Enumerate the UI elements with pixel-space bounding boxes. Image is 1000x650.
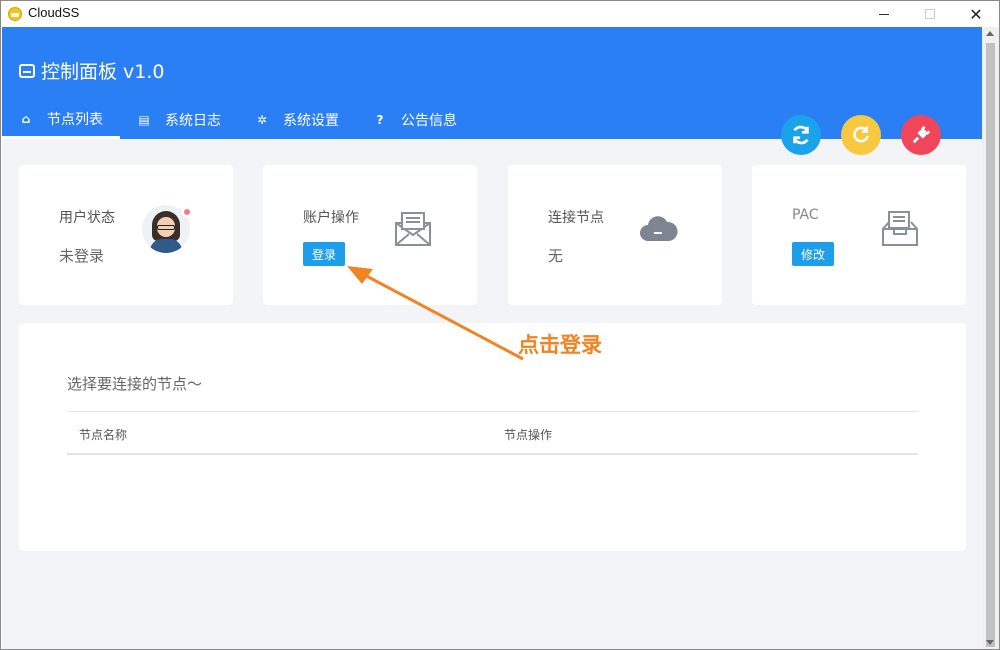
annotation-text: 点击登录 bbox=[518, 333, 602, 357]
card-label: 账户操作 bbox=[303, 210, 359, 226]
pac-edit-button[interactable]: 修改 bbox=[792, 242, 835, 266]
maximize-button[interactable] bbox=[907, 1, 953, 27]
notification-dot bbox=[182, 207, 192, 217]
column-header-name: 节点名称 bbox=[79, 428, 128, 442]
window-title: CloudSS bbox=[28, 5, 80, 20]
inbox-icon bbox=[882, 211, 918, 246]
log-icon: ▤ bbox=[138, 113, 150, 127]
card-label: PAC bbox=[792, 207, 819, 223]
title-bar: CloudSS ✕ bbox=[1, 1, 999, 27]
node-list-panel: 选择要连接的节点～ 节点名称 节点操作 bbox=[19, 323, 966, 551]
table-header: 节点名称 节点操作 bbox=[67, 411, 918, 455]
refresh-icon bbox=[793, 125, 809, 145]
minimize-button[interactable] bbox=[861, 1, 907, 27]
column-header-actions: 节点操作 bbox=[504, 428, 553, 442]
question-icon: ? bbox=[376, 113, 384, 127]
close-button[interactable]: ✕ bbox=[953, 1, 999, 27]
tab-label: 公告信息 bbox=[401, 113, 457, 129]
page-title: 控制面板 v1.0 bbox=[19, 57, 165, 84]
reload-icon bbox=[853, 126, 869, 143]
account-card: 账户操作 登录 bbox=[263, 165, 477, 305]
tab-system-settings[interactable]: ✲ 系统设置 bbox=[238, 101, 356, 139]
minimize-icon bbox=[879, 13, 889, 15]
scroll-thumb[interactable] bbox=[986, 43, 995, 647]
tab-label: 系统设置 bbox=[283, 113, 339, 129]
panel-icon bbox=[19, 63, 35, 78]
scroll-down-icon[interactable] bbox=[986, 640, 994, 645]
pac-card: PAC 修改 bbox=[752, 165, 966, 305]
reload-button[interactable] bbox=[841, 115, 881, 155]
tab-label: 节点列表 bbox=[47, 111, 103, 128]
user-status-card: 用户状态 未登录 bbox=[19, 165, 233, 305]
page-title-text: 控制面板 v1.0 bbox=[41, 61, 165, 83]
cloud-logo-icon bbox=[8, 7, 22, 21]
gear-icon: ✲ bbox=[256, 113, 268, 127]
card-label: 连接节点 bbox=[548, 210, 604, 226]
user-status-value: 未登录 bbox=[59, 247, 105, 265]
tab-system-log[interactable]: ▤ 系统日志 bbox=[120, 101, 238, 139]
app-window: CloudSS ✕ 控制面板 v1.0 ⌂ 节点列表 ▤ 系统日志 ✲ 系统设置… bbox=[0, 0, 1000, 650]
envelope-icon bbox=[395, 212, 431, 246]
card-label: 用户状态 bbox=[59, 210, 115, 226]
home-icon: ⌂ bbox=[21, 111, 31, 126]
node-card: 连接节点 无 bbox=[508, 165, 722, 305]
tab-announcements[interactable]: ? 公告信息 bbox=[356, 101, 474, 139]
cloud-icon bbox=[640, 216, 678, 241]
vertical-scrollbar[interactable] bbox=[982, 27, 999, 649]
node-value: 无 bbox=[548, 247, 564, 265]
node-table: 节点名称 节点操作 bbox=[67, 411, 918, 455]
maximize-icon bbox=[925, 9, 935, 19]
panel-title: 选择要连接的节点～ bbox=[67, 375, 203, 393]
close-icon: ✕ bbox=[969, 4, 983, 24]
tab-bar: ⌂ 节点列表 ▤ 系统日志 ✲ 系统设置 ? 公告信息 bbox=[2, 101, 474, 139]
refresh-button[interactable] bbox=[781, 115, 821, 155]
login-button[interactable]: 登录 bbox=[303, 242, 346, 266]
tab-node-list[interactable]: ⌂ 节点列表 bbox=[2, 101, 120, 139]
scroll-up-icon[interactable] bbox=[986, 31, 994, 36]
plug-icon bbox=[912, 125, 931, 144]
disconnect-button[interactable] bbox=[901, 115, 941, 155]
header-bar: 控制面板 v1.0 ⌂ 节点列表 ▤ 系统日志 ✲ 系统设置 ? 公告信息 bbox=[2, 27, 982, 139]
tab-label: 系统日志 bbox=[165, 113, 221, 129]
